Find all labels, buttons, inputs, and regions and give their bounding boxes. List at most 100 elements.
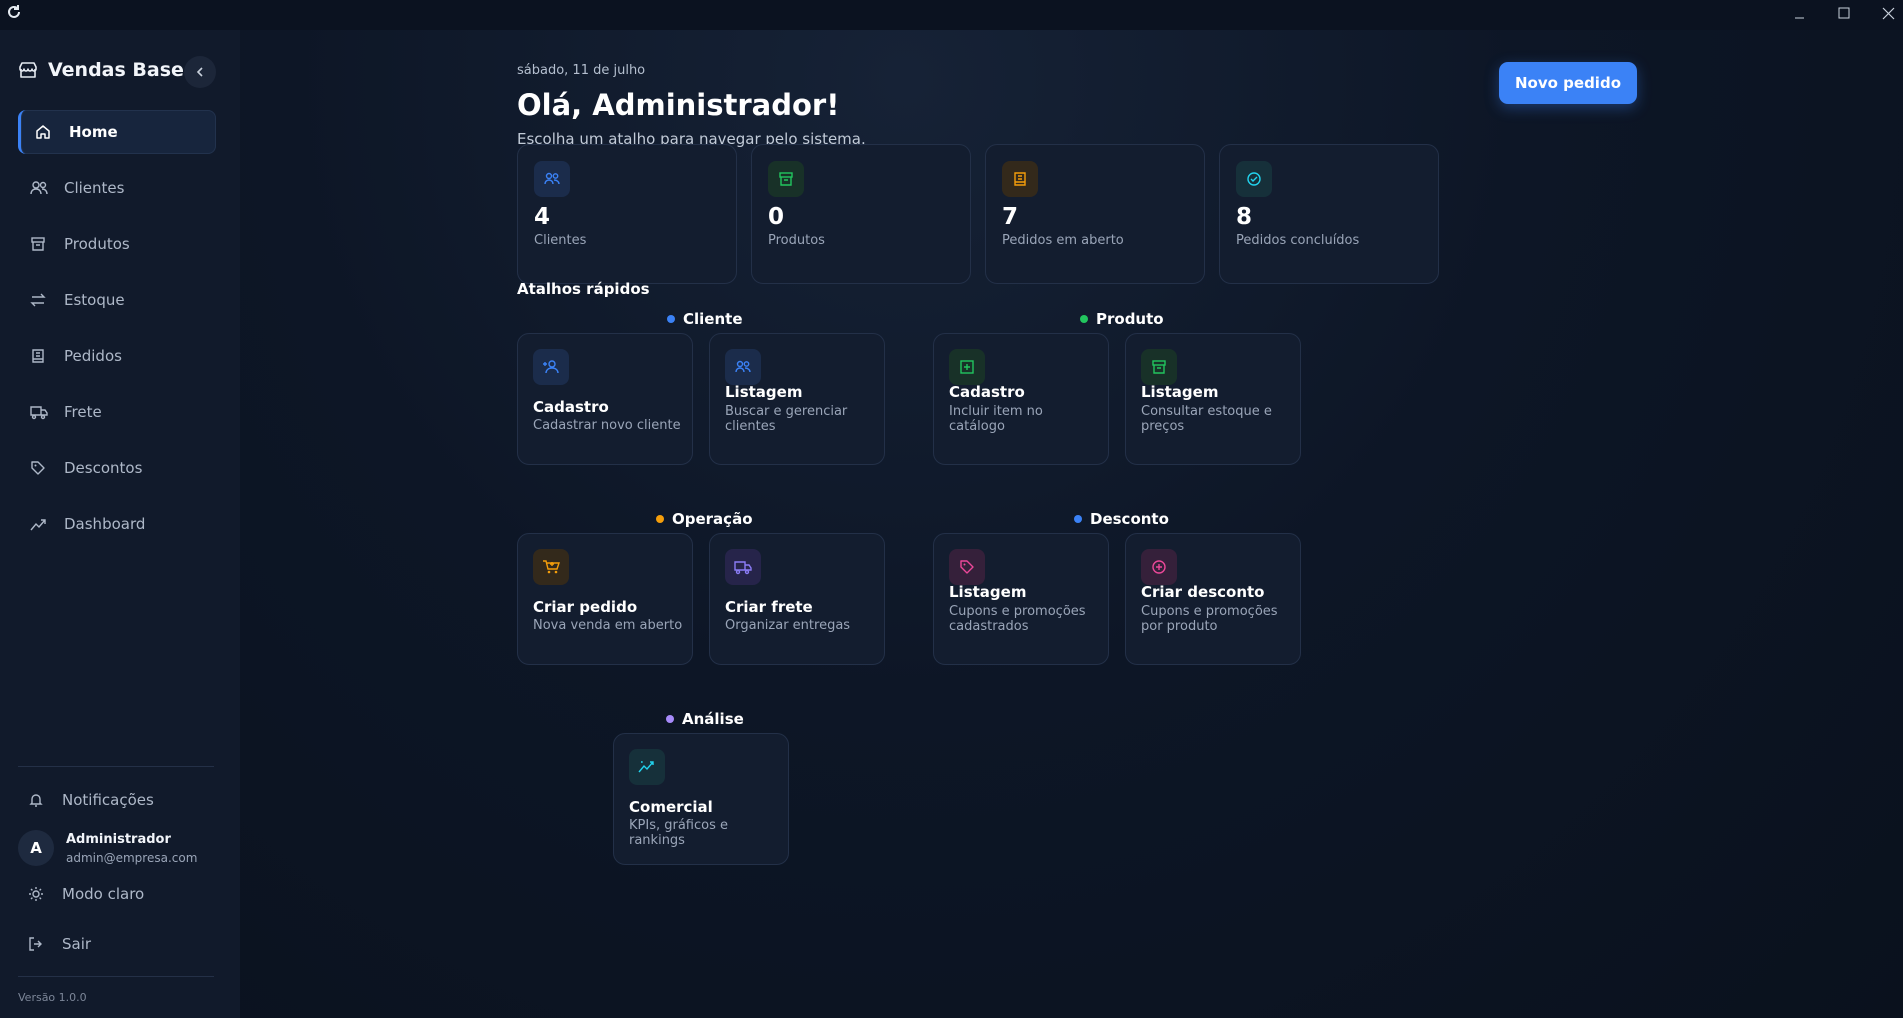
users-icon <box>725 349 761 385</box>
group-title-produto: Produto <box>1080 310 1164 328</box>
refresh-icon[interactable] <box>6 4 22 20</box>
plus-square-icon <box>949 349 985 385</box>
receipt-icon <box>32 349 44 363</box>
card-title: Listagem <box>725 383 803 401</box>
stat-label: Pedidos concluídos <box>1236 233 1360 248</box>
plus-circle-icon <box>1141 549 1177 585</box>
group-dot <box>1074 515 1082 523</box>
sidebar-item-label: Clientes <box>64 179 125 197</box>
group-label: Análise <box>682 710 744 728</box>
minimize-icon[interactable] <box>1790 4 1810 24</box>
sidebar-item-dashboard[interactable]: Dashboard <box>18 502 216 546</box>
shortcut-cliente-cadastro[interactable]: Cadastro Cadastrar novo cliente <box>517 333 693 465</box>
shortcut-cliente-listagem[interactable]: Listagem Buscar e gerenciar clientes <box>709 333 885 465</box>
new-order-button[interactable]: Novo pedido <box>1499 62 1637 104</box>
card-title: Comercial <box>629 798 713 816</box>
group-label: Cliente <box>683 310 743 328</box>
sidebar-item-home[interactable]: Home <box>18 110 216 154</box>
notifications-label: Notificações <box>62 791 154 809</box>
theme-label: Modo claro <box>62 885 145 903</box>
bell-icon <box>29 794 43 807</box>
archive-icon <box>1141 349 1177 385</box>
sidebar: Vendas Base Home Clientes Produtos Estoq… <box>0 30 240 1018</box>
receipt-icon <box>1002 161 1038 197</box>
shortcut-criar-desconto[interactable]: Criar desconto Cupons e promoções por pr… <box>1125 533 1301 665</box>
stat-value: 4 <box>534 204 551 230</box>
sidebar-item-clientes[interactable]: Clientes <box>18 166 216 210</box>
stat-value: 0 <box>768 204 785 230</box>
logout-label: Sair <box>62 935 92 953</box>
check-circle-icon <box>1236 161 1272 197</box>
shortcut-produto-listagem[interactable]: Listagem Consultar estoque e preços <box>1125 333 1301 465</box>
stat-label: Produtos <box>768 233 825 248</box>
stat-value: 8 <box>1236 204 1253 230</box>
group-label: Desconto <box>1090 510 1169 528</box>
divider <box>18 976 214 977</box>
card-desc: Buscar e gerenciar clientes <box>725 404 848 434</box>
card-title: Criar pedido <box>533 598 638 616</box>
avatar[interactable]: A <box>18 830 54 866</box>
card-title: Listagem <box>949 583 1027 601</box>
divider <box>18 766 214 767</box>
stat-card-produtos[interactable]: 0 Produtos <box>751 144 971 284</box>
group-dot <box>1080 315 1088 323</box>
arrows-icon <box>30 293 46 307</box>
sidebar-nav: Home Clientes Produtos Estoque Pedidos F… <box>18 110 216 558</box>
shortcut-comercial[interactable]: Comercial KPIs, gráficos e rankings <box>613 733 789 865</box>
card-desc: Consultar estoque e preços <box>1141 404 1272 434</box>
user-email: admin@empresa.com <box>66 851 198 865</box>
group-label: Produto <box>1096 310 1164 328</box>
cart-plus-icon <box>533 549 569 585</box>
close-icon[interactable] <box>1879 4 1899 24</box>
sidebar-item-frete[interactable]: Frete <box>18 390 216 434</box>
group-title-cliente: Cliente <box>667 310 743 328</box>
users-icon <box>30 181 48 195</box>
brand: Vendas Base <box>18 58 184 82</box>
card-desc: KPIs, gráficos e rankings <box>629 818 728 848</box>
trend-icon <box>629 749 665 785</box>
group-title-analise: Análise <box>666 710 744 728</box>
sun-icon <box>29 887 43 901</box>
card-desc: Organizar entregas <box>725 618 851 633</box>
theme-toggle[interactable]: Modo claro <box>28 884 144 904</box>
home-icon <box>36 125 50 139</box>
collapse-sidebar-button[interactable] <box>184 56 216 88</box>
shortcut-criar-frete[interactable]: Criar frete Organizar entregas <box>709 533 885 665</box>
card-title: Criar desconto <box>1141 583 1265 601</box>
stat-card-pedidos-concluidos[interactable]: 8 Pedidos concluídos <box>1219 144 1439 284</box>
shortcut-criar-pedido[interactable]: Criar pedido Nova venda em aberto <box>517 533 693 665</box>
shortcut-desconto-listagem[interactable]: Listagem Cupons e promoções cadastrados <box>933 533 1109 665</box>
sidebar-item-estoque[interactable]: Estoque <box>18 278 216 322</box>
current-date: sábado, 11 de julho <box>517 63 646 78</box>
sidebar-item-label: Estoque <box>64 291 125 309</box>
group-dot <box>667 315 675 323</box>
title-bar <box>0 0 1903 30</box>
tag-icon <box>31 461 45 475</box>
maximize-icon[interactable] <box>1834 4 1854 24</box>
stat-card-pedidos-abertos[interactable]: 7 Pedidos em aberto <box>985 144 1205 284</box>
sidebar-item-descontos[interactable]: Descontos <box>18 446 216 490</box>
sidebar-item-label: Descontos <box>64 459 143 477</box>
app-title: Vendas Base <box>48 59 184 81</box>
group-dot <box>666 715 674 723</box>
archive-icon <box>768 161 804 197</box>
card-desc: Cadastrar novo cliente <box>533 418 681 433</box>
logout-icon <box>29 937 42 951</box>
trend-icon <box>30 519 46 531</box>
version-label: Versão 1.0.0 <box>18 991 87 1004</box>
card-desc: Cupons e promoções por produto <box>1141 604 1278 634</box>
shortcuts-title: Atalhos rápidos <box>517 280 650 298</box>
stat-card-clientes[interactable]: 4 Clientes <box>517 144 737 284</box>
tag-icon <box>949 549 985 585</box>
card-desc: Incluir item no catálogo <box>949 404 1043 434</box>
sidebar-item-pedidos[interactable]: Pedidos <box>18 334 216 378</box>
card-desc: Cupons e promoções cadastrados <box>949 604 1086 634</box>
logout-button[interactable]: Sair <box>28 934 91 954</box>
stat-label: Pedidos em aberto <box>1002 233 1124 248</box>
group-label: Operação <box>672 510 753 528</box>
sidebar-item-produtos[interactable]: Produtos <box>18 222 216 266</box>
card-desc: Nova venda em aberto <box>533 618 683 633</box>
shortcut-produto-cadastro[interactable]: Cadastro Incluir item no catálogo <box>933 333 1109 465</box>
notifications-button[interactable]: Notificações <box>28 790 154 810</box>
store-icon <box>19 62 37 78</box>
